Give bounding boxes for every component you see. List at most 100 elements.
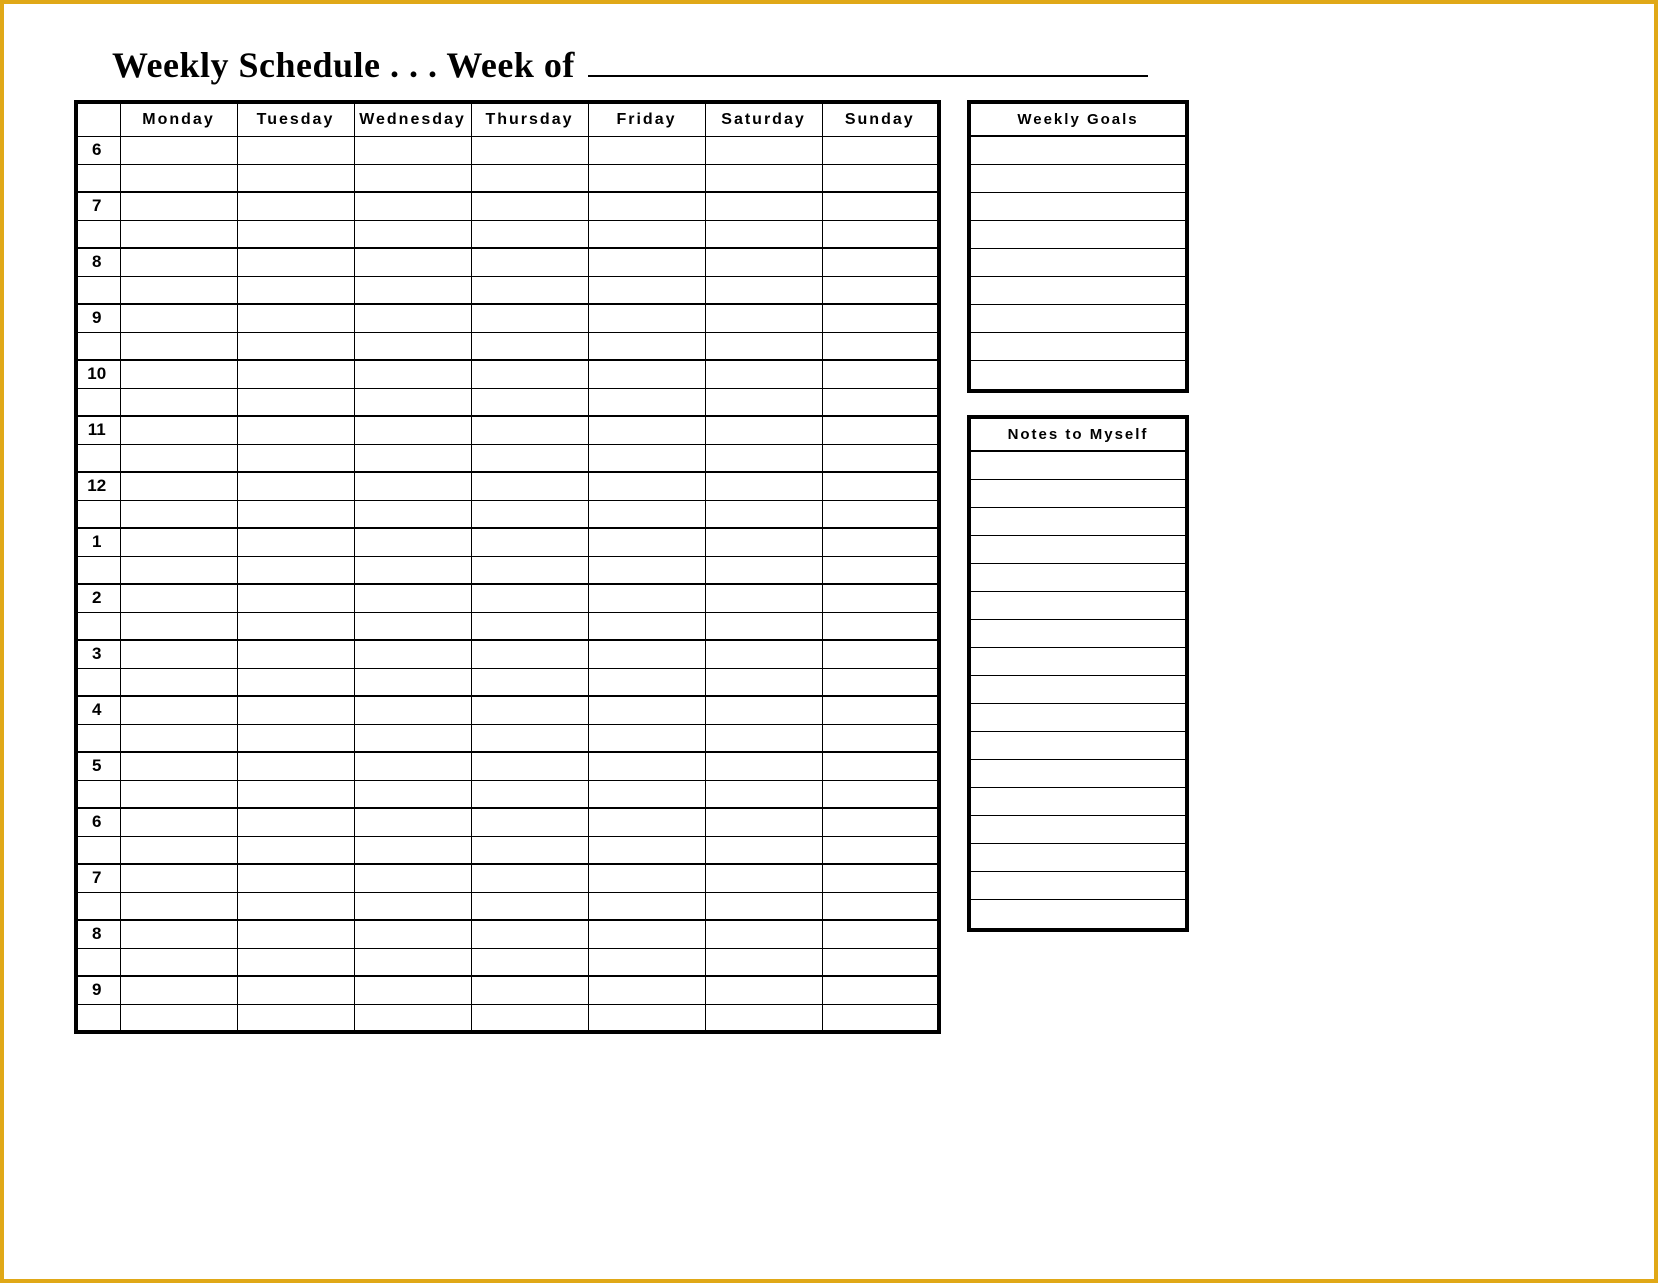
- schedule-cell[interactable]: [822, 752, 939, 780]
- schedule-cell[interactable]: [471, 780, 588, 808]
- schedule-cell[interactable]: [237, 780, 354, 808]
- schedule-cell[interactable]: [705, 836, 822, 864]
- schedule-cell[interactable]: [588, 976, 705, 1004]
- schedule-cell[interactable]: [822, 444, 939, 472]
- schedule-cell[interactable]: [471, 892, 588, 920]
- schedule-cell[interactable]: [705, 276, 822, 304]
- blank-line[interactable]: [971, 137, 1185, 165]
- schedule-cell[interactable]: [120, 332, 237, 360]
- schedule-cell[interactable]: [120, 836, 237, 864]
- schedule-cell[interactable]: [237, 584, 354, 612]
- schedule-cell[interactable]: [120, 444, 237, 472]
- schedule-cell[interactable]: [588, 360, 705, 388]
- schedule-cell[interactable]: [237, 164, 354, 192]
- schedule-cell[interactable]: [705, 976, 822, 1004]
- schedule-cell[interactable]: [237, 668, 354, 696]
- schedule-cell[interactable]: [237, 136, 354, 164]
- schedule-cell[interactable]: [822, 388, 939, 416]
- schedule-cell[interactable]: [120, 808, 237, 836]
- schedule-cell[interactable]: [471, 948, 588, 976]
- schedule-cell[interactable]: [354, 976, 471, 1004]
- schedule-cell[interactable]: [822, 668, 939, 696]
- schedule-cell[interactable]: [822, 640, 939, 668]
- schedule-cell[interactable]: [705, 444, 822, 472]
- schedule-cell[interactable]: [705, 304, 822, 332]
- schedule-cell[interactable]: [354, 780, 471, 808]
- schedule-cell[interactable]: [705, 612, 822, 640]
- schedule-cell[interactable]: [354, 528, 471, 556]
- schedule-cell[interactable]: [588, 444, 705, 472]
- schedule-cell[interactable]: [822, 948, 939, 976]
- schedule-cell[interactable]: [120, 752, 237, 780]
- schedule-cell[interactable]: [588, 892, 705, 920]
- schedule-cell[interactable]: [588, 500, 705, 528]
- blank-line[interactable]: [971, 452, 1185, 480]
- schedule-cell[interactable]: [354, 444, 471, 472]
- schedule-cell[interactable]: [354, 948, 471, 976]
- schedule-cell[interactable]: [354, 136, 471, 164]
- schedule-cell[interactable]: [705, 528, 822, 556]
- schedule-cell[interactable]: [588, 948, 705, 976]
- blank-line[interactable]: [971, 480, 1185, 508]
- schedule-cell[interactable]: [120, 976, 237, 1004]
- schedule-cell[interactable]: [237, 416, 354, 444]
- schedule-cell[interactable]: [588, 920, 705, 948]
- blank-line[interactable]: [971, 592, 1185, 620]
- schedule-cell[interactable]: [822, 360, 939, 388]
- schedule-cell[interactable]: [471, 976, 588, 1004]
- schedule-cell[interactable]: [120, 388, 237, 416]
- blank-line[interactable]: [971, 788, 1185, 816]
- schedule-cell[interactable]: [471, 528, 588, 556]
- schedule-cell[interactable]: [822, 276, 939, 304]
- schedule-cell[interactable]: [237, 920, 354, 948]
- blank-line[interactable]: [971, 620, 1185, 648]
- schedule-cell[interactable]: [471, 332, 588, 360]
- schedule-cell[interactable]: [354, 920, 471, 948]
- blank-line[interactable]: [971, 732, 1185, 760]
- schedule-cell[interactable]: [354, 304, 471, 332]
- schedule-cell[interactable]: [237, 696, 354, 724]
- schedule-cell[interactable]: [354, 584, 471, 612]
- schedule-cell[interactable]: [120, 1004, 237, 1032]
- schedule-cell[interactable]: [354, 220, 471, 248]
- blank-line[interactable]: [971, 872, 1185, 900]
- schedule-cell[interactable]: [120, 192, 237, 220]
- schedule-cell[interactable]: [822, 584, 939, 612]
- schedule-cell[interactable]: [120, 528, 237, 556]
- blank-line[interactable]: [971, 508, 1185, 536]
- schedule-cell[interactable]: [588, 164, 705, 192]
- schedule-cell[interactable]: [237, 976, 354, 1004]
- schedule-cell[interactable]: [822, 724, 939, 752]
- schedule-cell[interactable]: [354, 724, 471, 752]
- schedule-cell[interactable]: [120, 360, 237, 388]
- schedule-cell[interactable]: [237, 948, 354, 976]
- schedule-cell[interactable]: [822, 836, 939, 864]
- schedule-cell[interactable]: [237, 1004, 354, 1032]
- schedule-cell[interactable]: [822, 920, 939, 948]
- schedule-cell[interactable]: [237, 248, 354, 276]
- schedule-cell[interactable]: [822, 500, 939, 528]
- schedule-cell[interactable]: [120, 892, 237, 920]
- schedule-cell[interactable]: [822, 472, 939, 500]
- schedule-cell[interactable]: [822, 248, 939, 276]
- schedule-cell[interactable]: [705, 584, 822, 612]
- blank-line[interactable]: [971, 165, 1185, 193]
- schedule-cell[interactable]: [354, 192, 471, 220]
- schedule-cell[interactable]: [120, 248, 237, 276]
- schedule-cell[interactable]: [822, 696, 939, 724]
- schedule-cell[interactable]: [120, 556, 237, 584]
- schedule-cell[interactable]: [588, 472, 705, 500]
- schedule-cell[interactable]: [354, 668, 471, 696]
- schedule-cell[interactable]: [471, 808, 588, 836]
- schedule-cell[interactable]: [588, 332, 705, 360]
- schedule-cell[interactable]: [588, 136, 705, 164]
- schedule-cell[interactable]: [120, 164, 237, 192]
- schedule-cell[interactable]: [822, 1004, 939, 1032]
- schedule-cell[interactable]: [705, 556, 822, 584]
- schedule-cell[interactable]: [354, 472, 471, 500]
- schedule-cell[interactable]: [354, 500, 471, 528]
- schedule-cell[interactable]: [471, 360, 588, 388]
- schedule-cell[interactable]: [237, 472, 354, 500]
- schedule-cell[interactable]: [471, 276, 588, 304]
- blank-line[interactable]: [971, 676, 1185, 704]
